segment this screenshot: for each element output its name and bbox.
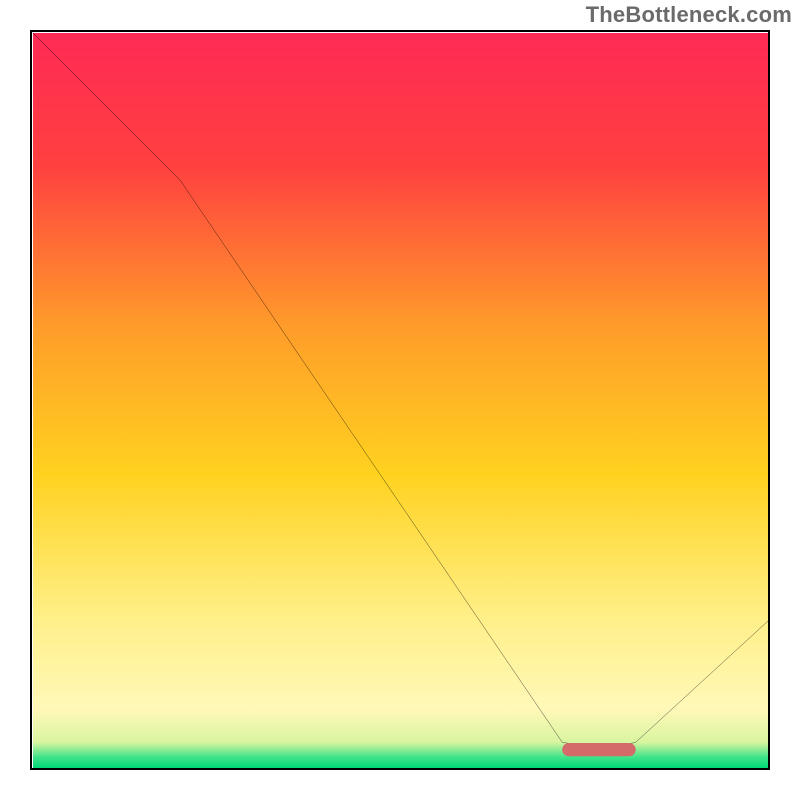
chart-frame: TheBottleneck.com — [0, 0, 800, 800]
optimal-range-marker — [562, 743, 636, 756]
bottleneck-chart — [33, 33, 768, 768]
watermark-text: TheBottleneck.com — [586, 2, 792, 28]
